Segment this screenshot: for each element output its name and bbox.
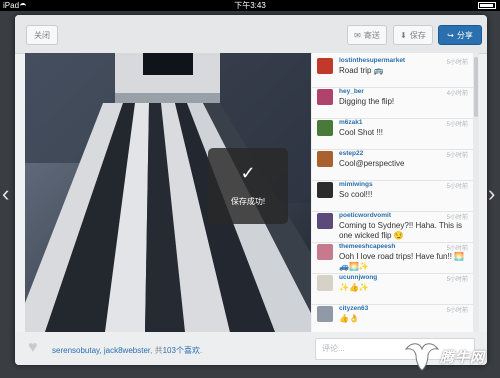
check-icon: ✓ [240, 163, 256, 183]
comment-row[interactable]: estep22 5小时前 Cool@perspective [312, 146, 473, 181]
avatar[interactable] [317, 58, 333, 74]
share-label: 分享 [456, 31, 473, 40]
likes-end: . [199, 346, 203, 355]
comment-text: Digging the flip! [339, 97, 395, 106]
avatar[interactable] [317, 120, 333, 136]
comment-row[interactable]: lostinthesupermarket 5小时前 Road trip 🚌 [312, 53, 473, 88]
avatar[interactable] [317, 306, 333, 322]
likes-count-link[interactable]: 103个喜欢 [163, 346, 200, 355]
comment-time: 5小时前 [446, 60, 468, 66]
avatar[interactable] [317, 244, 333, 260]
status-time: 下午3:43 [234, 1, 266, 10]
next-arrow-icon[interactable]: › [488, 180, 498, 208]
comment-time: 4小时前 [446, 91, 468, 97]
comment-row[interactable]: themeeshcapeesh 5小时前 Ooh I love road trips… [312, 239, 473, 274]
watermark-text: 腾牛网 [440, 349, 485, 365]
comment-row[interactable]: hey_ber 4小时前 Digging the flip! [312, 84, 473, 119]
ox-head-icon [404, 343, 440, 371]
send-label: 寄送 [363, 31, 380, 40]
comment-row[interactable]: mimiwings 5小时前 So cool!!! [312, 177, 473, 212]
save-button[interactable]: ⬇ 保存 [393, 25, 433, 45]
comments-scrollbar[interactable] [473, 53, 479, 332]
avatar[interactable] [317, 89, 333, 105]
comment-time: 5小时前 [446, 215, 468, 221]
comments-list[interactable]: lostinthesupermarket 5小时前 Road trip 🚌 hey_b… [312, 53, 473, 336]
watermark-logo: 腾牛网 [402, 339, 498, 373]
battery-icon [478, 2, 496, 9]
toast-label: 保存成功! [230, 197, 266, 206]
comment-text: Cool@perspective [339, 159, 405, 168]
likers-link[interactable]: serensobutay, jack8webster [52, 346, 150, 355]
comment-time: 5小时前 [446, 277, 468, 283]
comment-username[interactable]: estep22 [339, 150, 363, 157]
comment-row[interactable]: m6zak1 5小时前 Cool Shot !!! [312, 115, 473, 150]
avatar[interactable] [317, 275, 333, 291]
envelope-icon: ✉ [354, 31, 361, 40]
comment-text: So cool!!! [339, 190, 373, 199]
previous-arrow-icon[interactable]: ‹ [2, 180, 12, 208]
comment-row[interactable]: ucunnjwong 5小时前 ✨👍✨ [312, 270, 473, 305]
comment-text: Ooh I love road trips! Have fun!! 🌅🚙🌅✨ [339, 252, 465, 271]
photo-image: ✓ 保存成功! [25, 53, 311, 332]
comment-time: 5小时前 [446, 308, 468, 314]
comment-time: 5小时前 [446, 122, 468, 128]
comment-time: 5小时前 [446, 153, 468, 159]
save-label: 保存 [409, 31, 426, 40]
comment-username[interactable]: lostinthesupermarket [339, 57, 405, 64]
comment-username[interactable]: cityzen63 [339, 305, 368, 312]
comment-text: 👍👌 [339, 314, 359, 323]
avatar[interactable] [317, 151, 333, 167]
share-icon: ↪ [447, 31, 454, 40]
comment-row[interactable]: poeticwordvomit 5小时前 Coming to Sydney?!! H… [312, 208, 473, 243]
photo-modal: 关闭 ✉ 寄送 ⬇ 保存 ↪ 分享 ✓ 保存成功! lostinthesuper… [15, 15, 487, 365]
likes-text: serensobutay, jack8webster, 共103个喜欢. [52, 345, 202, 356]
modal-toolbar: 关闭 ✉ 寄送 ⬇ 保存 ↪ 分享 [15, 15, 487, 54]
comment-username[interactable]: m6zak1 [339, 119, 363, 126]
comment-username[interactable]: mimiwings [339, 181, 373, 188]
comment-username[interactable]: poeticwordvomit [339, 212, 391, 219]
heart-icon[interactable]: ♥ [28, 340, 46, 356]
share-button[interactable]: ↪ 分享 [438, 25, 482, 45]
comment-row[interactable]: cityzen63 5小时前 👍👌 [312, 301, 473, 336]
comment-username[interactable]: ucunnjwong [339, 274, 377, 281]
comment-time: 5小时前 [446, 184, 468, 190]
likes-separator: , 共 [150, 346, 163, 355]
comment-time: 5小时前 [446, 246, 468, 252]
scrollbar-thumb[interactable] [474, 57, 478, 117]
avatar[interactable] [317, 213, 333, 229]
comment-username[interactable]: hey_ber [339, 88, 364, 95]
comment-username[interactable]: themeeshcapeesh [339, 243, 395, 250]
save-success-toast: ✓ 保存成功! [208, 148, 288, 224]
download-icon: ⬇ [400, 31, 407, 40]
status-bar: iPad 下午3:43 [0, 0, 500, 11]
close-button[interactable]: 关闭 [26, 25, 58, 45]
send-button[interactable]: ✉ 寄送 [347, 25, 387, 45]
comment-text: Cool Shot !!! [339, 128, 384, 137]
comment-text: ✨👍✨ [339, 283, 369, 292]
avatar[interactable] [317, 182, 333, 198]
comment-text: Road trip 🚌 [339, 66, 384, 75]
comment-text: Coming to Sydney?!! Haha. This is one wi… [339, 221, 463, 240]
